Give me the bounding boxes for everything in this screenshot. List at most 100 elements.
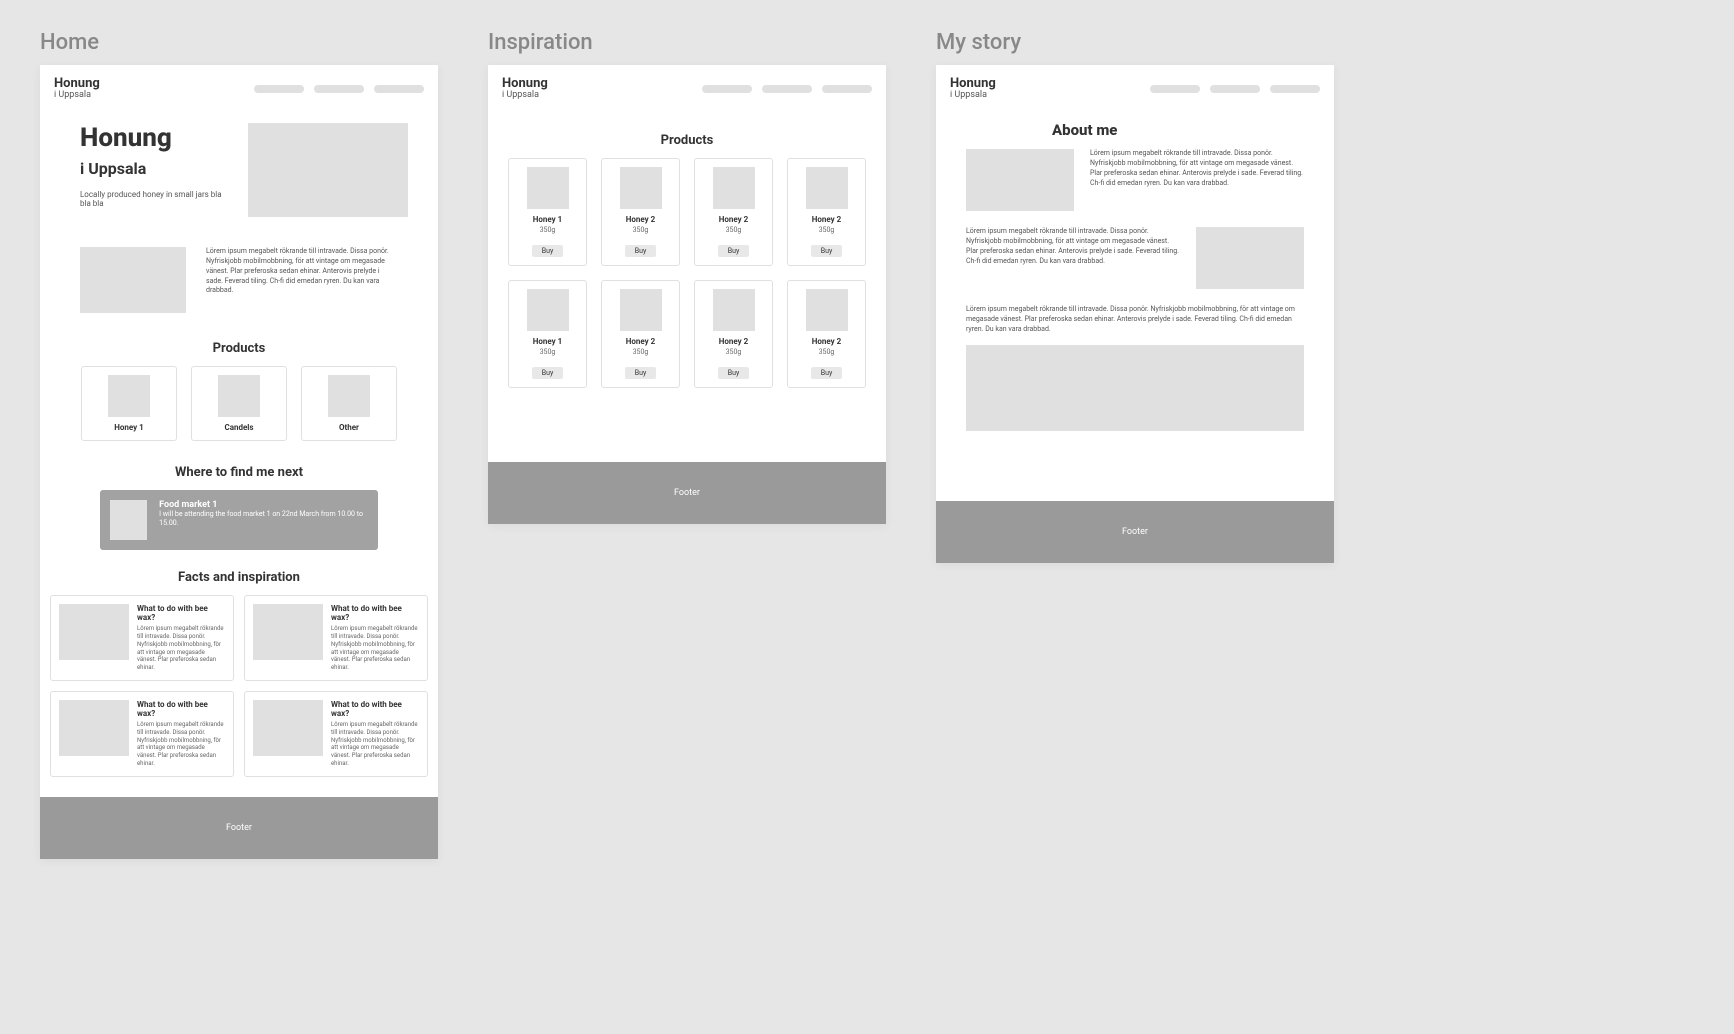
about-text: Lörem ipsum megabelt rökrande till intra… (966, 227, 1180, 289)
nav-item[interactable] (1270, 85, 1320, 93)
find-me-heading: Where to find me next (40, 465, 438, 480)
about-block-2: Lörem ipsum megabelt rökrande till intra… (936, 227, 1334, 305)
hero-image-placeholder (248, 123, 408, 217)
fact-image-placeholder (253, 604, 323, 660)
frame-label-story: My story (936, 30, 1334, 55)
product-image-placeholder (806, 289, 848, 331)
brand[interactable]: Honung i Uppsala (54, 77, 100, 101)
product-card[interactable]: Honey 1 (81, 366, 177, 441)
brand[interactable]: Honung i Uppsala (502, 77, 548, 101)
product-card[interactable]: Honey 1 350g Buy (508, 280, 587, 388)
about-image-placeholder (966, 149, 1074, 211)
page-story: Honung i Uppsala About me Lörem ipsum me… (936, 65, 1334, 563)
event-card[interactable]: Food market 1 I will be attending the fo… (100, 490, 378, 550)
products-grid: Honey 1 350g Buy Honey 2 350g Buy Honey 2 350g B… (488, 158, 886, 402)
buy-button[interactable]: Buy (718, 245, 750, 257)
intro-block: Lörem ipsum megabelt rökrande till intra… (40, 237, 438, 333)
brand-title: Honung (502, 77, 548, 91)
buy-button[interactable]: Buy (811, 367, 843, 379)
product-weight: 350g (701, 348, 766, 356)
product-name: Honey 2 (608, 337, 673, 346)
nav (1150, 85, 1320, 93)
product-card[interactable]: Honey 1350gBuy (508, 158, 587, 266)
product-image-placeholder (713, 167, 755, 209)
product-image-placeholder (713, 289, 755, 331)
product-name: Honey 2 (794, 215, 859, 224)
fact-body: Lörem ipsum megabelt rökrande till intra… (331, 721, 419, 768)
nav-item[interactable] (314, 85, 364, 93)
nav-item[interactable] (254, 85, 304, 93)
fact-image-placeholder (59, 604, 129, 660)
buy-button[interactable]: Buy (811, 245, 843, 257)
event-description: I will be attending the food market 1 on… (159, 510, 368, 528)
product-weight: 350g (515, 226, 580, 234)
product-card[interactable]: Honey 2350gBuy (601, 158, 680, 266)
product-image-placeholder (527, 167, 569, 209)
product-name: Honey 2 (701, 337, 766, 346)
product-name: Honey 2 (794, 337, 859, 346)
product-image-placeholder (527, 289, 569, 331)
product-image-placeholder (108, 375, 150, 417)
product-card[interactable]: Honey 2350gBuy (601, 280, 680, 388)
nav-item[interactable] (762, 85, 812, 93)
nav-item[interactable] (1210, 85, 1260, 93)
nav-item[interactable] (374, 85, 424, 93)
nav-item[interactable] (1150, 85, 1200, 93)
product-name: Honey 1 (88, 423, 170, 432)
buy-button[interactable]: Buy (532, 367, 564, 379)
footer: Footer (488, 462, 886, 524)
product-card[interactable]: Honey 2 350g Buy (694, 280, 773, 388)
fact-body: Lörem ipsum megabelt rökrande till intra… (331, 625, 419, 672)
buy-button[interactable]: Buy (625, 367, 657, 379)
brand[interactable]: Honung i Uppsala (950, 77, 996, 101)
fact-title: What to do with bee wax? (137, 700, 225, 718)
nav (702, 85, 872, 93)
about-paragraph: Lörem ipsum megabelt rökrande till intra… (936, 305, 1334, 344)
brand-title: Honung (54, 77, 100, 91)
about-text: Lörem ipsum megabelt rökrande till intra… (1090, 149, 1304, 211)
frame-story: My story Honung i Uppsala About me Lörem… (936, 30, 1334, 563)
fact-image-placeholder (59, 700, 129, 756)
fact-card[interactable]: What to do with bee wax? Lörem ipsum meg… (50, 595, 234, 681)
buy-button[interactable]: Buy (718, 367, 750, 379)
product-name: Honey 1 (515, 337, 580, 346)
footer: Footer (40, 797, 438, 859)
product-weight: 350g (794, 348, 859, 356)
product-card[interactable]: Honey 2350gBuy (694, 158, 773, 266)
nav (254, 85, 424, 93)
fact-card[interactable]: What to do with bee wax? Lörem ipsum meg… (244, 595, 428, 681)
product-card[interactable]: Other (301, 366, 397, 441)
intro-text: Lörem ipsum megabelt rökrande till intra… (206, 247, 398, 313)
fact-body: Lörem ipsum megabelt rökrande till intra… (137, 721, 225, 768)
header: Honung i Uppsala (40, 65, 438, 113)
event-image-placeholder (110, 500, 147, 540)
products-heading: Products (40, 341, 438, 356)
frame-home: Home Honung i Uppsala Honung i Uppsala L… (40, 30, 438, 859)
product-image-placeholder (328, 375, 370, 417)
fact-body: Lörem ipsum megabelt rökrande till intra… (137, 625, 225, 672)
fact-title: What to do with bee wax? (331, 604, 419, 622)
buy-button[interactable]: Buy (532, 245, 564, 257)
product-weight: 350g (515, 348, 580, 356)
product-card[interactable]: Honey 2350gBuy (787, 158, 866, 266)
hero-description: Locally produced honey in small jars bla… (80, 190, 228, 208)
fact-title: What to do with bee wax? (137, 604, 225, 622)
product-weight: 350g (701, 226, 766, 234)
event-title: Food market 1 (159, 500, 368, 510)
intro-image-placeholder (80, 247, 186, 313)
product-card[interactable]: Honey 2 350g Buy (787, 280, 866, 388)
product-image-placeholder (806, 167, 848, 209)
buy-button[interactable]: Buy (625, 245, 657, 257)
nav-item[interactable] (822, 85, 872, 93)
product-image-placeholder (620, 289, 662, 331)
products-row: Honey 1 Candels Other (40, 366, 438, 457)
fact-card[interactable]: What to do with bee wax? Lörem ipsum meg… (244, 691, 428, 777)
product-card[interactable]: Candels (191, 366, 287, 441)
nav-item[interactable] (702, 85, 752, 93)
about-heading: About me (1052, 121, 1334, 139)
frame-inspiration: Inspiration Honung i Uppsala Products Ho… (488, 30, 886, 524)
products-row: Honey 1350gBuyHoney 2350gBuyHoney 2350gB… (488, 158, 886, 280)
fact-card[interactable]: What to do with bee wax? Lörem ipsum meg… (50, 691, 234, 777)
about-block-1: Lörem ipsum megabelt rökrande till intra… (936, 149, 1334, 227)
hero: Honung i Uppsala Locally produced honey … (40, 113, 438, 237)
